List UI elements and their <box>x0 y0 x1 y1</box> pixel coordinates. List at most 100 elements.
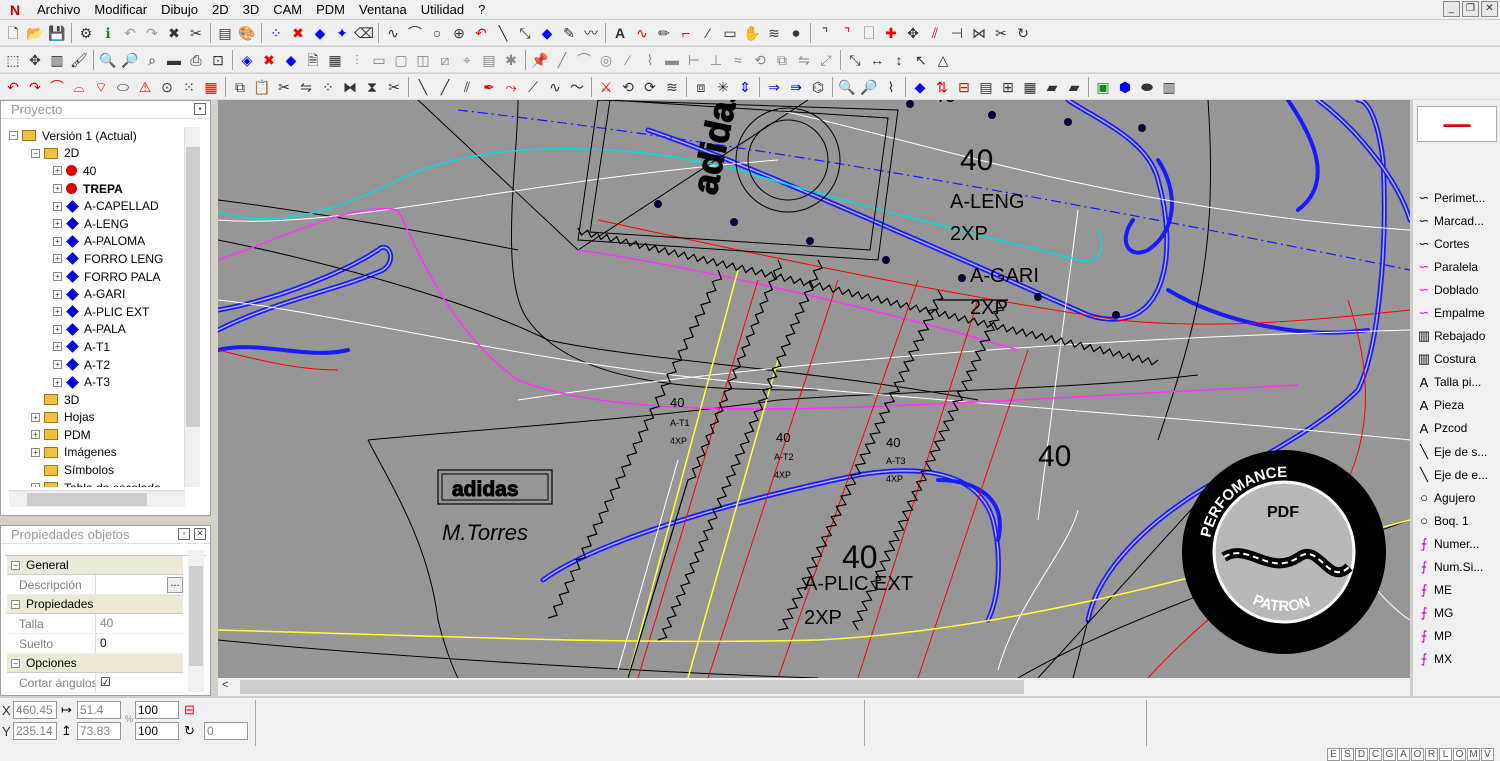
prop-val-talla[interactable]: 40 <box>95 614 183 633</box>
mirror-icon[interactable]: ⇋ <box>295 76 317 98</box>
scale-lock-icon[interactable]: ⊟ <box>184 701 195 719</box>
shoe2-icon[interactable]: ▰ <box>1063 76 1085 98</box>
slash-icon[interactable]: ⁄ <box>697 22 719 44</box>
attribute-item[interactable]: A Talla pi... <box>1415 371 1500 394</box>
attribute-item[interactable]: A Pieza <box>1415 394 1500 417</box>
tree-item[interactable]: +40 <box>9 162 185 180</box>
delete-points-icon[interactable]: ✖ <box>287 22 309 44</box>
new-file-icon[interactable]: 🗋 <box>2 22 24 44</box>
edit-point-icon[interactable]: ✎ <box>558 22 580 44</box>
tree-item[interactable]: + Imágenes <box>9 444 185 462</box>
prop-val-suelto[interactable]: 0 <box>95 634 183 653</box>
scribble-icon[interactable]: ≋ <box>661 76 683 98</box>
dots-icon[interactable]: ⁙ <box>178 76 200 98</box>
attribute-item[interactable]: ⨍ Num.Si... <box>1415 556 1500 579</box>
scroll-thumb[interactable] <box>189 566 203 666</box>
menu-3d[interactable]: 3D <box>236 0 267 19</box>
collapse-icon[interactable]: − <box>11 658 20 668</box>
shoe3d-icon[interactable]: ⬬ <box>1136 76 1158 98</box>
properties-scrollbar[interactable] <box>188 550 204 692</box>
zoom-out-icon[interactable]: 🔎 <box>119 49 141 71</box>
eraser-icon[interactable]: ⌫ <box>353 22 375 44</box>
tree-item[interactable]: + A-LENG <box>9 215 185 233</box>
attribute-item[interactable]: ∽ Empalme <box>1415 301 1500 324</box>
cross-icon[interactable]: ✱ <box>500 49 522 71</box>
select-icon[interactable]: ⬚ <box>2 49 24 71</box>
osnap-button[interactable]: O <box>1453 748 1466 761</box>
offset-icon[interactable]: ≋ <box>763 22 785 44</box>
menu-ventana[interactable]: Ventana <box>352 0 414 19</box>
expand-icon[interactable]: + <box>31 447 40 457</box>
attribute-item[interactable]: ⨍ MX <box>1415 648 1500 671</box>
layers-icon[interactable]: ▤ <box>214 22 236 44</box>
rect-select-icon[interactable]: ▭ <box>368 49 390 71</box>
hand-icon[interactable]: ✋ <box>741 22 763 44</box>
scroll-thumb[interactable] <box>186 147 200 427</box>
scroll-left-icon[interactable]: < <box>222 679 228 691</box>
warning-icon[interactable]: ⚠ <box>134 76 156 98</box>
attribute-item[interactable]: ○ Boq. 1 <box>1415 509 1500 532</box>
osnap-button[interactable]: M <box>1467 748 1480 761</box>
minimize-icon[interactable]: _ <box>1443 1 1460 17</box>
node-icon[interactable]: ✦ <box>331 22 353 44</box>
ruler-icon[interactable]: ▬ <box>163 49 185 71</box>
up-down-icon[interactable]: ⇕ <box>734 76 756 98</box>
expand-icon[interactable]: + <box>53 289 62 299</box>
scissors-icon[interactable]: ✂ <box>990 22 1012 44</box>
curve-red-icon[interactable]: ⤳ <box>500 76 522 98</box>
expand-icon[interactable]: + <box>53 166 62 176</box>
box-icon[interactable]: ▢ <box>390 49 412 71</box>
descripcion-browse-button[interactable]: … <box>167 576 183 593</box>
refresh-icon[interactable]: ↻ <box>1012 22 1034 44</box>
arc-icon[interactable]: ↶ <box>470 22 492 44</box>
drawing-canvas[interactable]: 40 40 A-LENG 2XP A-GARI 2XP 40 A-T1 4XP … <box>218 100 1410 678</box>
osnap-button[interactable]: V <box>1481 748 1494 761</box>
attribute-item[interactable]: ∽ Marcad... <box>1415 209 1500 232</box>
attribute-item[interactable]: ∽ Cortes <box>1415 232 1500 255</box>
redo-icon[interactable]: ↷ <box>141 22 163 44</box>
expand-icon[interactable]: + <box>53 307 62 317</box>
tree-item[interactable]: + A-T2 <box>9 356 185 374</box>
corner-red-icon[interactable]: ⌝ <box>836 22 858 44</box>
page-icon[interactable]: 🗌 <box>858 22 880 44</box>
align-icon[interactable]: ⫶ <box>346 49 368 71</box>
tree-item[interactable]: + A-T1 <box>9 338 185 356</box>
document-icon[interactable]: 🗎 <box>302 49 324 71</box>
attribute-item[interactable]: ⨍ MG <box>1415 602 1500 625</box>
mirror-tool-icon[interactable]: ⇋ <box>793 49 815 71</box>
attribute-item[interactable]: ▥ Costura <box>1415 348 1500 371</box>
tree-item[interactable]: − Versión 1 (Actual) <box>9 127 185 145</box>
menu-2d[interactable]: 2D <box>205 0 236 19</box>
attribute-item[interactable]: ○ Agujero <box>1415 486 1500 509</box>
join-icon[interactable]: ⋈ <box>968 22 990 44</box>
info-icon[interactable]: ℹ <box>97 22 119 44</box>
chip-icon[interactable]: ▦ <box>1019 76 1041 98</box>
open-folder-icon[interactable]: 📂 <box>24 22 46 44</box>
osnap-button[interactable]: S <box>1341 748 1354 761</box>
scroll-thumb[interactable] <box>240 680 1024 694</box>
osnap-button[interactable]: R <box>1425 748 1438 761</box>
triangle-icon[interactable]: △ <box>932 49 954 71</box>
symbol-icon[interactable]: ⏺ <box>785 22 807 44</box>
brush-icon[interactable]: 🖌 <box>68 49 90 71</box>
stamp-circle-icon[interactable]: ⊙ <box>156 76 178 98</box>
move-icon[interactable]: ✥ <box>902 22 924 44</box>
line-dashed-icon[interactable]: ╲ <box>412 76 434 98</box>
corner-icon[interactable]: ⌝ <box>814 22 836 44</box>
freehand-icon[interactable]: 〰 <box>580 22 602 44</box>
measure-red-icon[interactable]: ⊟ <box>953 76 975 98</box>
connect-icon[interactable]: ⟋ <box>522 76 544 98</box>
collapse-icon[interactable]: − <box>31 148 40 158</box>
attribute-item[interactable]: ╲ Eje de e... <box>1415 463 1500 486</box>
menu-cam[interactable]: CAM <box>266 0 309 19</box>
tree-item[interactable]: + A-CAPELLAD <box>9 197 185 215</box>
shoe-icon[interactable]: ▰ <box>1041 76 1063 98</box>
stamp-icon[interactable]: ⊡ <box>207 49 229 71</box>
curve-icon[interactable]: ⌒ <box>404 22 426 44</box>
expand-icon[interactable]: + <box>53 254 62 264</box>
marker-icon[interactable]: ◆ <box>909 76 931 98</box>
rotate-icon[interactable]: ⟲ <box>617 76 639 98</box>
diagonal-icon[interactable]: ⧄ <box>434 49 456 71</box>
attribute-item[interactable]: ∽ Perimet... <box>1415 186 1500 209</box>
delete-icon[interactable]: ✖ <box>163 22 185 44</box>
